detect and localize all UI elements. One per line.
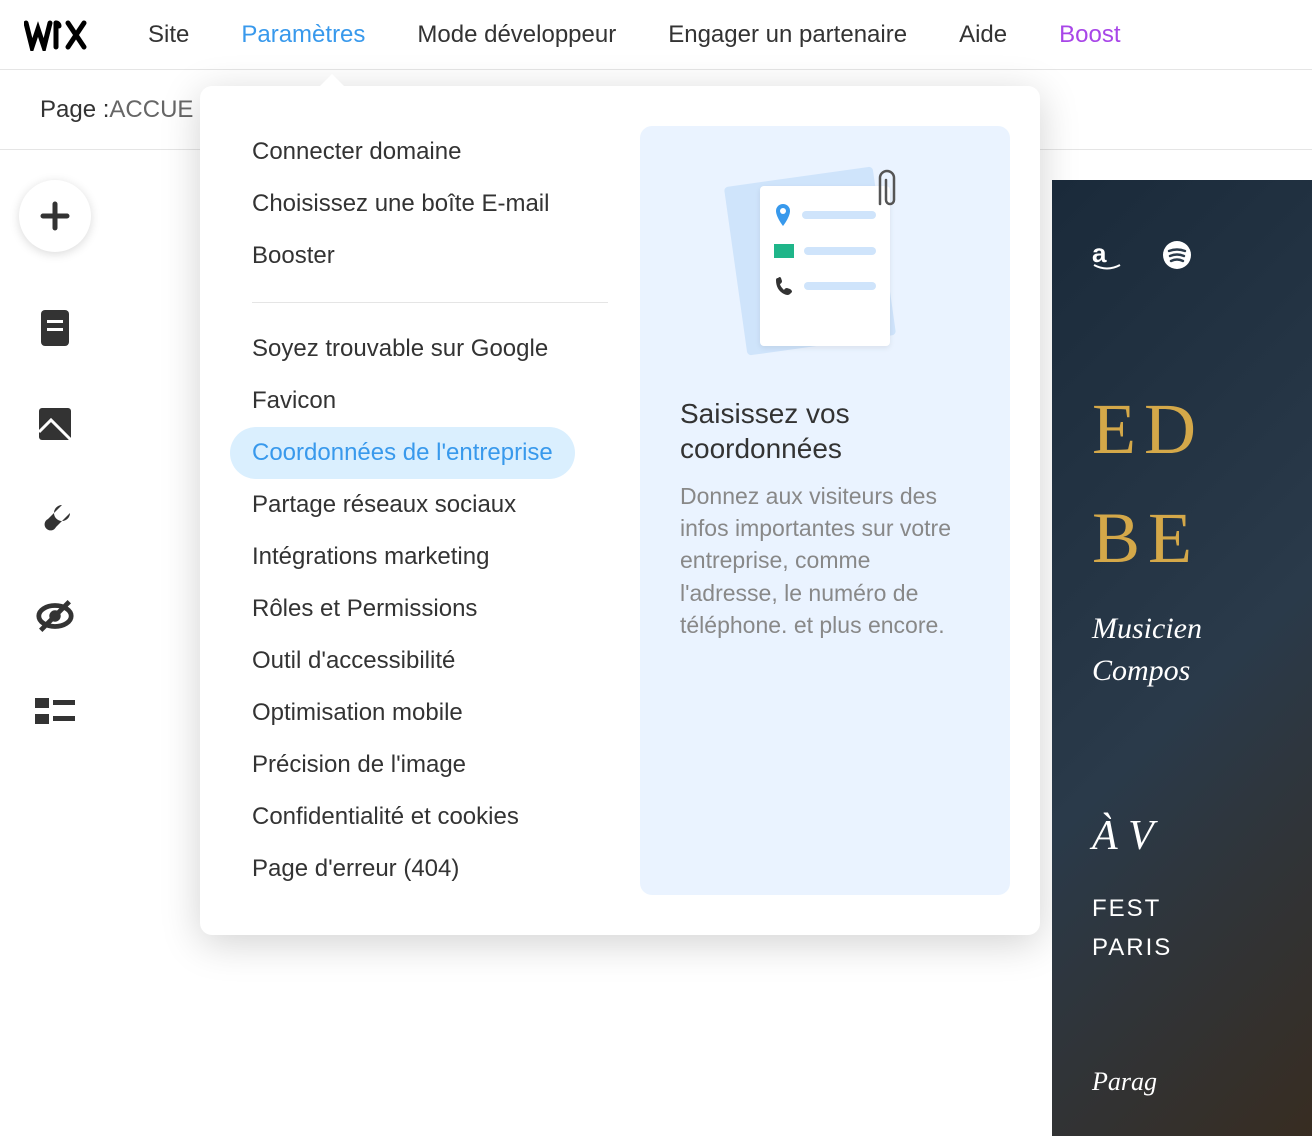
visibility-off-icon[interactable] <box>35 596 75 636</box>
add-button[interactable] <box>19 180 91 252</box>
nav-boost[interactable]: Boost <box>1059 21 1120 49</box>
topbar: Site Paramètres Mode développeur Engager… <box>0 0 1312 70</box>
phone-icon <box>774 276 794 296</box>
nav-parametres[interactable]: Paramètres <box>241 21 365 49</box>
preview-illustration <box>640 126 1010 396</box>
canvas-subtitle: MusicienCompos <box>1092 608 1312 692</box>
menu-marketing[interactable]: Intégrations marketing <box>230 531 630 583</box>
preview-title: Saisissez vos coordonnées <box>640 396 1010 466</box>
menu-accessibility[interactable]: Outil d'accessibilité <box>230 635 630 687</box>
layout-icon[interactable] <box>35 692 75 732</box>
menu-booster[interactable]: Booster <box>230 230 630 282</box>
nav-site[interactable]: Site <box>148 21 189 49</box>
menu-favicon[interactable]: Favicon <box>230 375 630 427</box>
settings-menu-column: Connecter domaine Choisissez une boîte E… <box>220 126 640 895</box>
wix-logo[interactable] <box>24 19 100 51</box>
nav-partner[interactable]: Engager un partenaire <box>668 21 907 49</box>
menu-separator <box>252 302 608 303</box>
mail-icon <box>774 244 794 258</box>
svg-text:a: a <box>1092 240 1107 268</box>
spotify-icon[interactable] <box>1162 240 1192 270</box>
menu-roles[interactable]: Rôles et Permissions <box>230 583 630 635</box>
canvas-footnote: Parag <box>1092 1067 1312 1097</box>
menu-social-share[interactable]: Partage réseaux sociaux <box>230 479 630 531</box>
tools-icon[interactable] <box>35 500 75 540</box>
topnav: Site Paramètres Mode développeur Engager… <box>148 21 1120 49</box>
pin-icon <box>774 204 792 226</box>
page-value: ACCUE <box>109 96 193 124</box>
canvas-title-line2: BE <box>1092 499 1312 578</box>
canvas-body: FEST PARIS <box>1092 890 1312 967</box>
page-label: Page : <box>40 96 109 124</box>
canvas-title-line1: ED <box>1092 390 1312 469</box>
menu-mobile[interactable]: Optimisation mobile <box>230 687 630 739</box>
menu-business-info[interactable]: Coordonnées de l'entreprise <box>230 427 575 479</box>
menu-privacy[interactable]: Confidentialité et cookies <box>230 791 630 843</box>
menu-connect-domain[interactable]: Connecter domaine <box>230 126 630 178</box>
preview-description: Donnez aux visiteurs des infos important… <box>640 480 1010 641</box>
site-canvas: a ED BE MusicienCompos À V FEST PARIS Pa… <box>1052 180 1312 1136</box>
pages-icon[interactable] <box>35 308 75 348</box>
menu-google[interactable]: Soyez trouvable sur Google <box>230 323 630 375</box>
wix-logo-icon <box>24 19 100 51</box>
plus-icon <box>40 201 70 231</box>
canvas-social-icons: a <box>1092 240 1312 270</box>
menu-email-box[interactable]: Choisissez une boîte E-mail <box>230 178 630 230</box>
paperclip-icon <box>874 166 900 216</box>
menu-image-precision[interactable]: Précision de l'image <box>230 739 630 791</box>
canvas-section: À V <box>1092 812 1312 860</box>
nav-help[interactable]: Aide <box>959 21 1007 49</box>
nav-dev-mode[interactable]: Mode développeur <box>417 21 616 49</box>
left-sidebar <box>0 150 110 732</box>
menu-404[interactable]: Page d'erreur (404) <box>230 843 630 895</box>
design-icon[interactable] <box>35 404 75 444</box>
amazon-icon[interactable]: a <box>1092 240 1122 270</box>
preview-panel: Saisissez vos coordonnées Donnez aux vis… <box>640 126 1010 895</box>
settings-dropdown: Connecter domaine Choisissez une boîte E… <box>200 86 1040 935</box>
